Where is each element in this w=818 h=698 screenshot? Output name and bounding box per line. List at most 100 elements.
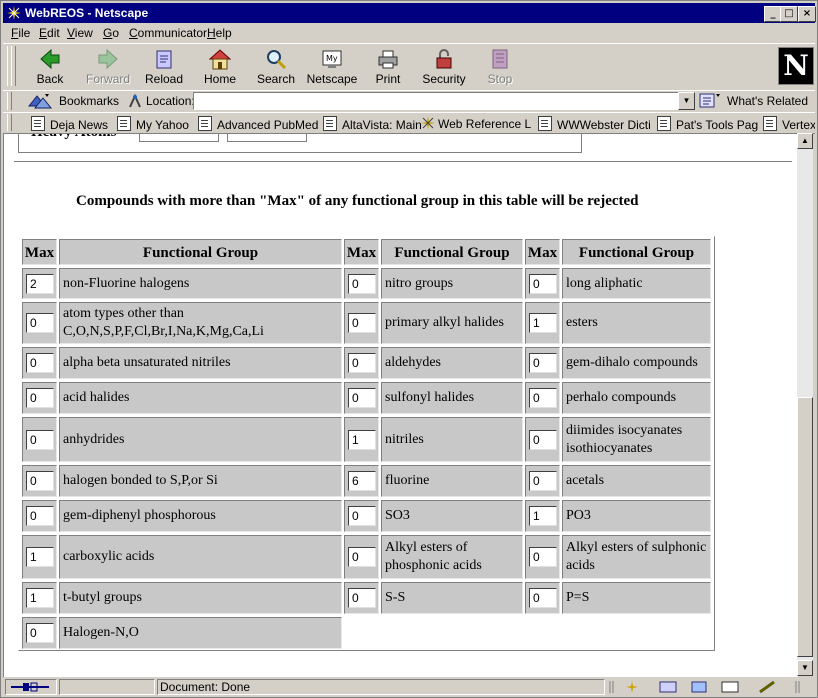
forward-button[interactable]: Forward [80,46,136,88]
max-input[interactable]: 1 [26,588,54,608]
print-button[interactable]: Print [360,46,416,88]
bookmark-advanced-pubmed[interactable]: Advanced PubMed [198,116,318,132]
max-input[interactable]: 0 [26,623,54,643]
bookmark-pats-tools[interactable]: Pat's Tools Pag [657,116,758,132]
maximize-button[interactable]: □ [780,6,798,22]
toolbar-grip-2[interactable] [11,46,16,86]
max-cell: 2 [22,268,57,299]
max-input[interactable]: 0 [26,506,54,526]
reload-button[interactable]: Reload [136,46,192,88]
functional-group-label: carboxylic acids [63,549,155,564]
functional-group-cell: S-S [381,582,523,614]
max-input[interactable]: 0 [26,388,54,408]
max-input[interactable]: 0 [348,588,376,608]
component-bar-icons[interactable] [608,680,812,694]
search-icon [267,50,287,70]
max-input[interactable]: 0 [529,471,557,491]
max-input[interactable]: 0 [529,588,557,608]
max-input[interactable]: 1 [348,430,376,450]
max-input[interactable]: 1 [529,313,557,333]
max-input[interactable]: 1 [26,547,54,567]
security-button[interactable]: Security [416,46,472,88]
max-input[interactable]: 6 [348,471,376,491]
menu-help[interactable]: Help [207,26,232,40]
bookmark-vertex[interactable]: Vertex [763,116,815,132]
bookmark-wwwebster[interactable]: WWWebster Dicti [538,116,651,132]
functional-group-label: sulfonyl halides [385,390,475,405]
netscape-logo[interactable]: N [778,47,814,85]
max-input[interactable]: 1 [529,506,557,526]
heavy-atoms-input-2[interactable]: 38 [227,134,307,142]
whats-related-button[interactable]: What's Related [727,94,808,108]
scroll-up-button[interactable]: ▲ [797,133,813,149]
location-input[interactable] [193,92,681,110]
functional-group-cell: nitriles [381,417,523,462]
functional-group-cell: anhydrides [59,417,342,462]
personal-grip[interactable] [7,114,12,131]
max-input[interactable]: 0 [348,388,376,408]
functional-group-label: Halogen-N,O [63,625,139,640]
heavy-atoms-input-1[interactable]: 15 [139,134,219,142]
close-button[interactable]: × [798,6,816,22]
menu-communicator[interactable]: Communicator [129,26,207,40]
menu-view[interactable]: View [67,26,93,40]
menu-edit[interactable]: Edit [39,26,60,40]
max-cell: 0 [525,268,560,299]
bookmark-my-yahoo[interactable]: My Yahoo [117,116,189,132]
max-input[interactable]: 0 [348,547,376,567]
vertical-scrollbar[interactable]: ▲ ▼ [797,133,813,676]
max-cell: 6 [344,465,379,497]
bookmark-web-reference[interactable]: Web Reference L [421,116,531,131]
scroll-thumb[interactable] [797,397,813,657]
back-button[interactable]: Back [22,46,78,88]
max-cell: 0 [22,500,57,532]
netscape-button[interactable]: My Netscape [304,46,360,88]
max-input[interactable]: 0 [529,547,557,567]
max-input[interactable]: 0 [348,274,376,294]
functional-group-label: Alkyl esters of sulphonic acids [566,540,707,573]
functional-group-label: primary alkyl halides [385,315,504,330]
max-input[interactable]: 0 [348,506,376,526]
functional-group-cell: Halogen-N,O [59,617,342,649]
max-input[interactable]: 0 [529,388,557,408]
bookmarks-button[interactable]: Bookmarks [59,94,119,108]
max-input[interactable]: 0 [26,430,54,450]
max-input[interactable]: 0 [26,471,54,491]
functional-group-cell: PO3 [562,500,711,532]
location-dropdown-button[interactable]: ▼ [678,92,695,110]
max-input[interactable]: 2 [26,274,54,294]
personal-toolbar: Deja News My Yahoo Advanced PubMed AltaV… [3,112,815,134]
max-input[interactable]: 0 [529,274,557,294]
max-input[interactable]: 0 [529,353,557,373]
search-button[interactable]: Search [248,46,304,88]
max-input[interactable]: 0 [26,353,54,373]
header-max: Max [525,239,560,265]
max-cell: 0 [22,617,57,649]
max-input[interactable]: 0 [26,313,54,333]
functional-group-label: S-S [385,590,406,605]
max-input[interactable]: 0 [348,353,376,373]
bookmark-deja-news[interactable]: Deja News [31,116,108,132]
functional-group-label: anhydrides [63,432,125,447]
bookmark-altavista[interactable]: AltaVista: Main [323,116,422,132]
location-toolbar: Bookmarks Location: ▼ What's Related [3,90,815,113]
max-cell: 0 [344,302,379,344]
stop-button[interactable]: Stop [472,46,528,88]
menu-go[interactable]: Go [103,26,119,40]
whats-related-icon [699,93,720,108]
functional-group-label: halogen bonded to S,P,or Si [63,473,218,488]
header-functional-group: Functional Group [381,239,523,265]
max-input[interactable]: 0 [348,313,376,333]
location-grip[interactable] [7,92,12,110]
max-cell: 1 [22,582,57,614]
max-cell: 0 [344,500,379,532]
menu-file[interactable]: File [11,26,30,40]
location-label: Location: [146,94,195,108]
scroll-down-button[interactable]: ▼ [797,660,813,676]
functional-group-cell: sulfonyl halides [381,382,523,414]
functional-group-cell: diimides isocyanates isothiocyanates [562,417,711,462]
bookmark-page-icon [657,116,671,131]
functional-group-cell: carboxylic acids [59,535,342,579]
max-input[interactable]: 0 [529,430,557,450]
home-button[interactable]: Home [192,46,248,88]
